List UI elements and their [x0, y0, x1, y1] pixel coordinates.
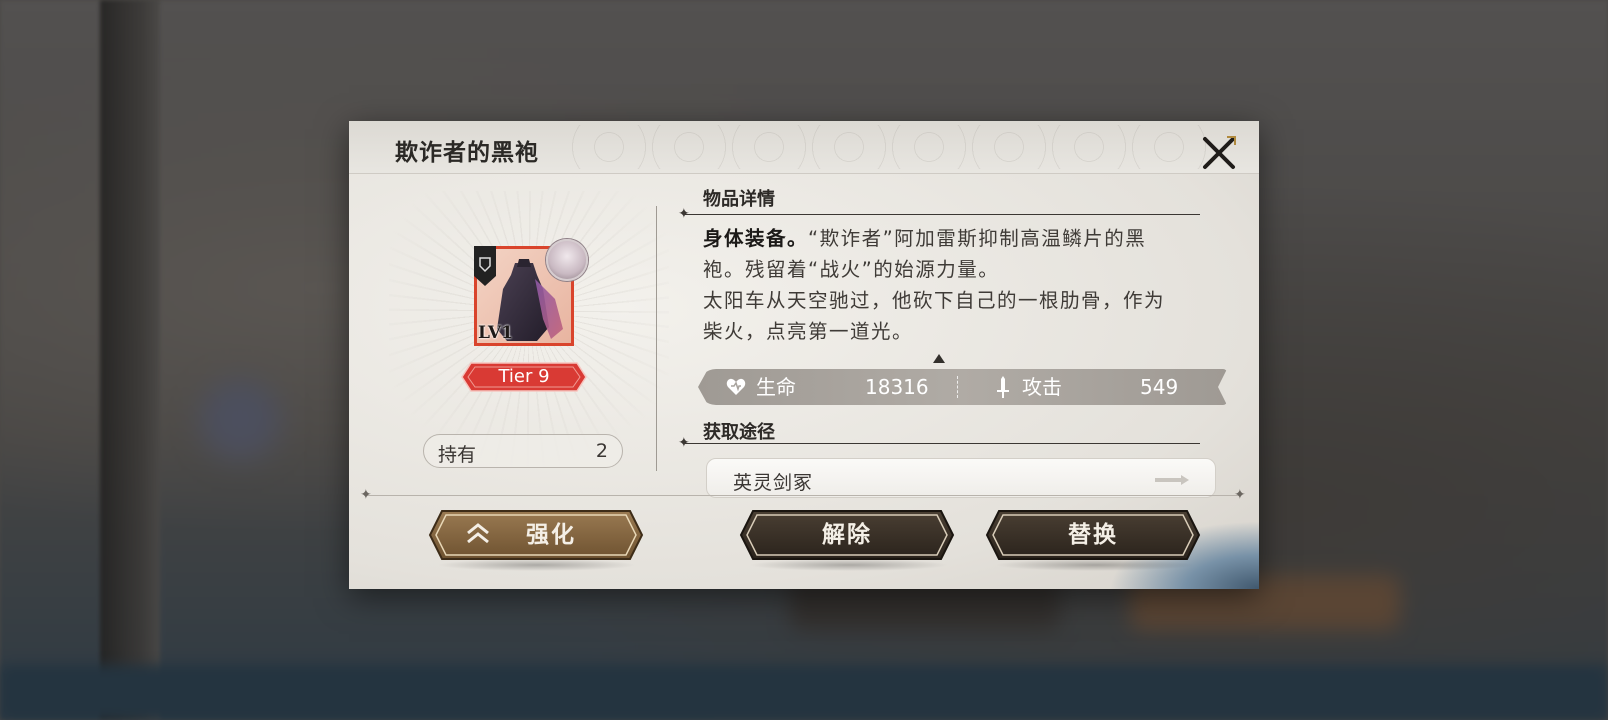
- dialog-header: 欺诈者的黑袍: [349, 121, 1259, 174]
- atk-value: 549: [1140, 375, 1179, 399]
- details-section-line: [685, 214, 1200, 215]
- enhance-label: 强化: [526, 521, 576, 548]
- source-section-line: [685, 443, 1200, 444]
- scroll-up-icon: [933, 354, 945, 363]
- heart-icon: [726, 378, 746, 395]
- replace-label: 替换: [1068, 521, 1118, 548]
- owned-count-box: 持有 2: [423, 434, 623, 468]
- footer-star-left-icon: ✦: [360, 487, 372, 503]
- item-description: 身体装备。“欺诈者”阿加雷斯抑制高温鳞片的黑袍。残留着“战火”的始源力量。 太阳…: [703, 223, 1183, 347]
- source-item-label: 英灵剑冢: [733, 472, 814, 494]
- equipment-slot-badge: [474, 246, 496, 286]
- source-section-title: 获取途径: [703, 422, 775, 443]
- hp-value: 18316: [865, 375, 929, 399]
- source-star-icon: ✦: [678, 435, 690, 451]
- description-lore: 太阳车从天空驰过，他砍下自己的一根肋骨，作为柴火，点亮第一道光。: [703, 289, 1166, 343]
- replace-button[interactable]: 替换: [985, 509, 1201, 561]
- owned-count: 2: [595, 440, 608, 462]
- details-star-icon: ✦: [678, 206, 690, 222]
- tier-label: Tier 9: [498, 366, 550, 387]
- enhance-button[interactable]: 强化: [428, 509, 644, 561]
- dialog-title: 欺诈者的黑袍: [395, 139, 539, 166]
- hp-label: 生命: [756, 375, 796, 399]
- sword-icon: [997, 376, 1009, 398]
- source-item[interactable]: 英灵剑冢: [706, 458, 1216, 498]
- stat-bar: 生命 18316 攻击 549: [698, 369, 1227, 405]
- item-level-label: LV1: [478, 323, 513, 343]
- tier-badge: Tier 9: [461, 362, 587, 392]
- close-icon: [1203, 136, 1236, 169]
- footer-star-right-icon: ✦: [1234, 487, 1246, 503]
- header-ornament: [569, 125, 1209, 169]
- character-avatar: [546, 239, 588, 281]
- close-button[interactable]: [1201, 135, 1237, 171]
- details-section-title: 物品详情: [703, 189, 775, 210]
- item-detail-dialog: 欺诈者的黑袍 LV1 Tier 9 持有 2 物品详情 ✦ 身体装备。“欺诈者”…: [349, 121, 1259, 589]
- arrow-right-icon: [1155, 475, 1189, 485]
- description-lead: 身体装备。: [703, 227, 809, 250]
- column-divider: [656, 206, 657, 471]
- remove-button[interactable]: 解除: [739, 509, 955, 561]
- atk-label: 攻击: [1022, 375, 1062, 399]
- remove-label: 解除: [822, 521, 872, 548]
- footer-divider: [367, 495, 1241, 496]
- owned-label: 持有: [438, 444, 477, 466]
- stat-separator: [957, 376, 958, 398]
